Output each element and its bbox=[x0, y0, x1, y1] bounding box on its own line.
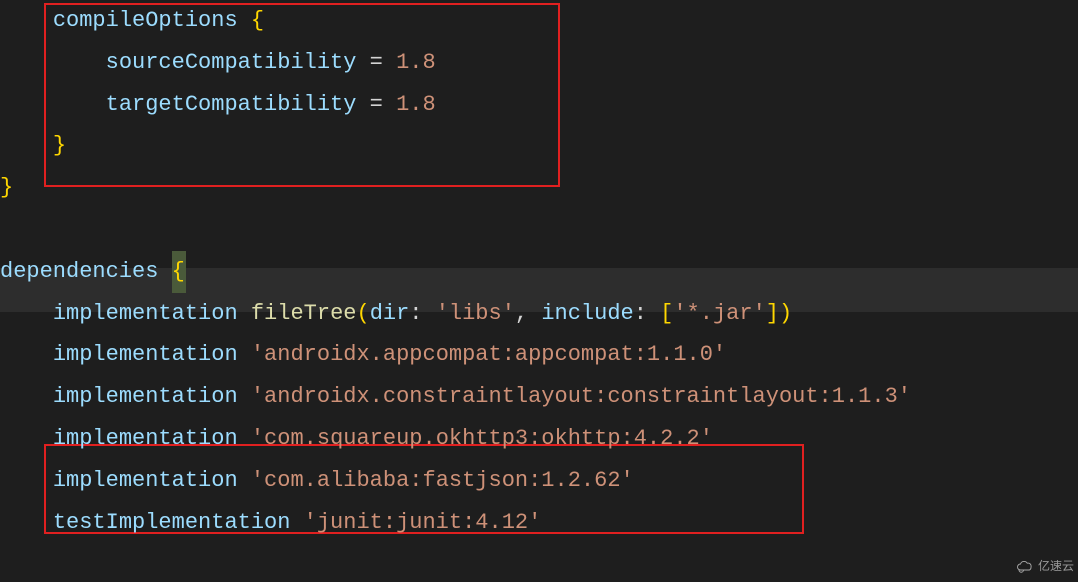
source-compat-prop: sourceCompatibility bbox=[106, 50, 357, 75]
paren-close: ) bbox=[779, 301, 792, 326]
outer-brace-close: } bbox=[0, 175, 13, 200]
implementation-keyword: implementation bbox=[53, 384, 238, 409]
comma-op: , bbox=[515, 301, 528, 326]
brace-close: } bbox=[53, 133, 66, 158]
bracket-close: ] bbox=[766, 301, 779, 326]
okhttp-dep: 'com.squareup.okhttp3:okhttp:4.2.2' bbox=[251, 426, 713, 451]
colon-op: : bbox=[634, 301, 647, 326]
testimplementation-keyword: testImplementation bbox=[53, 510, 291, 535]
implementation-keyword: implementation bbox=[53, 301, 238, 326]
dir-key: dir bbox=[370, 301, 410, 326]
cloud-icon bbox=[1015, 561, 1035, 573]
brace-open: { bbox=[251, 8, 264, 33]
junit-dep: 'junit:junit:4.12' bbox=[304, 510, 542, 535]
implementation-keyword: implementation bbox=[53, 342, 238, 367]
version-value: 1.8 bbox=[396, 92, 436, 117]
watermark-text: 亿速云 bbox=[1038, 555, 1074, 578]
cursor-brace-open: { bbox=[172, 251, 186, 293]
dependencies-keyword: dependencies bbox=[0, 259, 158, 284]
colon-op: : bbox=[409, 301, 422, 326]
implementation-keyword: implementation bbox=[53, 426, 238, 451]
appcompat-dep: 'androidx.appcompat:appcompat:1.1.0' bbox=[251, 342, 726, 367]
implementation-keyword: implementation bbox=[53, 468, 238, 493]
fastjson-dep: 'com.alibaba:fastjson:1.2.62' bbox=[251, 468, 634, 493]
jar-glob-string: '*.jar' bbox=[673, 301, 765, 326]
constraintlayout-dep: 'androidx.constraintlayout:constraintlay… bbox=[251, 384, 911, 409]
compile-options-keyword: compileOptions bbox=[53, 8, 238, 33]
watermark: 亿速云 bbox=[1015, 555, 1074, 578]
bracket-open: [ bbox=[660, 301, 673, 326]
equals-op: = bbox=[370, 92, 383, 117]
code-editor[interactable]: compileOptions { sourceCompatibility = 1… bbox=[0, 0, 1078, 543]
filetree-func: fileTree bbox=[251, 301, 357, 326]
paren-open: ( bbox=[356, 301, 369, 326]
target-compat-prop: targetCompatibility bbox=[106, 92, 357, 117]
include-key: include bbox=[541, 301, 633, 326]
equals-op: = bbox=[370, 50, 383, 75]
libs-string: 'libs' bbox=[436, 301, 515, 326]
version-value: 1.8 bbox=[396, 50, 436, 75]
